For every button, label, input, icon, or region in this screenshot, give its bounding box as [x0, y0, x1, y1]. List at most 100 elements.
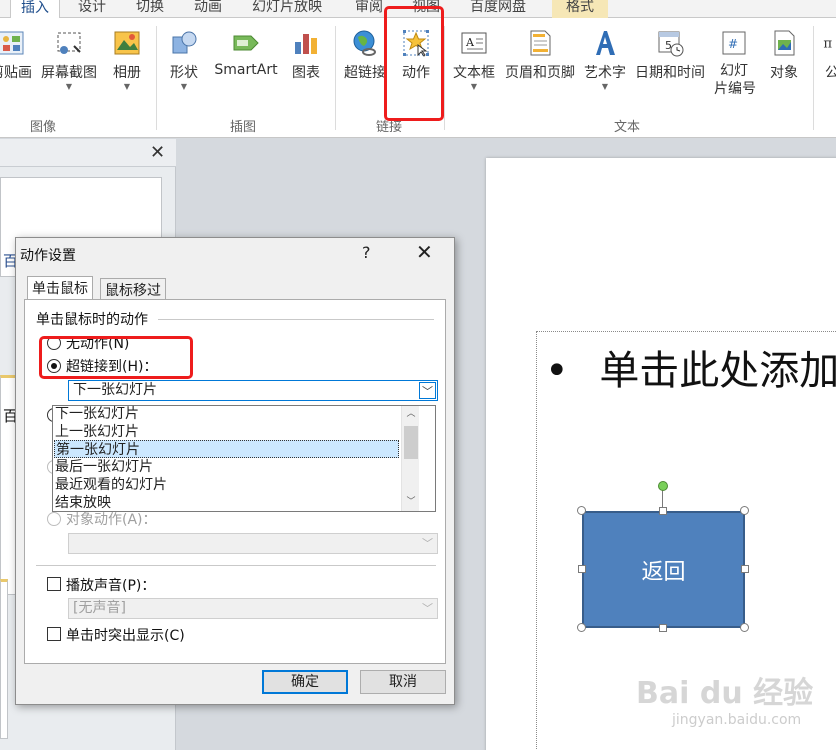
shapes-label: 形状 — [170, 65, 198, 81]
close-icon[interactable]: ✕ — [416, 240, 433, 264]
action-highlight-box — [384, 6, 444, 121]
group-divider — [444, 26, 445, 130]
chart-label: 图表 — [292, 65, 320, 81]
section-divider — [158, 319, 434, 320]
svg-text:#: # — [728, 37, 738, 51]
equation-label: 公 — [825, 65, 836, 81]
sound-value: [无声音] — [73, 600, 126, 616]
tab-design[interactable]: 设计 — [78, 0, 106, 18]
textbox-label: 文本框 — [453, 65, 495, 81]
smartart-icon — [233, 35, 259, 51]
object-label: 对象 — [770, 65, 798, 81]
tab-slideshow[interactable]: 幻灯片放映 — [252, 0, 322, 18]
screenshot-button[interactable]: 屏幕截图 ▼ — [38, 28, 100, 92]
resize-handle-ne[interactable] — [740, 506, 749, 515]
tab-transitions[interactable]: 切换 — [136, 0, 164, 18]
resize-handle-nw[interactable] — [577, 506, 586, 515]
chevron-down-icon: ▼ — [180, 82, 188, 91]
sound-select: [无声音] ﹀ — [68, 598, 438, 619]
date-time-label: 日期和时间 — [635, 65, 705, 81]
smartart-label: SmartArt — [214, 62, 278, 78]
slide-number-button[interactable]: # 幻灯 片编号 — [714, 28, 756, 98]
shapes-button[interactable]: 形状 ▼ — [166, 28, 202, 92]
bullet-glyph: • — [545, 348, 569, 394]
list-item[interactable]: 下一张幻灯片 — [54, 405, 399, 423]
clipart-icon — [0, 31, 24, 55]
hyperlink-target-list[interactable]: 下一张幻灯片 上一张幻灯片 第一张幻灯片 最后一张幻灯片 最近观看的幻灯片 结束… — [52, 405, 436, 512]
photo-album-button[interactable]: 相册 ▼ — [108, 28, 146, 92]
tab-review[interactable]: 审阅 — [355, 0, 383, 18]
rotation-handle[interactable] — [658, 481, 668, 491]
tab-mouse-click[interactable]: 单击鼠标 — [27, 276, 93, 300]
equation-button[interactable]: π 公 — [822, 28, 836, 82]
screenshot-icon — [57, 32, 81, 54]
header-footer-button[interactable]: 页眉和页脚 — [502, 28, 578, 82]
date-time-button[interactable]: 5 日期和时间 — [632, 28, 708, 82]
list-item-selected[interactable]: 第一张幻灯片 — [54, 440, 399, 458]
chevron-down-icon: ﹀ — [422, 537, 433, 550]
ribbon: 剪贴画 屏幕截图 ▼ 相册 ▼ 图像 形状 ▼ — [0, 6, 836, 138]
close-icon[interactable]: ✕ — [150, 142, 165, 163]
chart-icon — [295, 34, 317, 54]
group-text-label: 文本 — [614, 120, 641, 135]
scroll-thumb[interactable] — [404, 426, 418, 459]
ok-button[interactable]: 确定 — [262, 670, 348, 694]
group-divider — [156, 26, 157, 130]
svg-text:A: A — [465, 36, 475, 49]
chart-button[interactable]: 图表 — [288, 28, 324, 82]
wordart-button[interactable]: 艺术字 ▼ — [582, 28, 628, 92]
hyperlink-button[interactable]: 超链接 — [342, 28, 388, 82]
shapes-icon — [172, 31, 197, 54]
radio-object-action — [47, 512, 61, 526]
object-button[interactable]: 对象 — [764, 28, 804, 82]
smartart-button[interactable]: SmartArt — [212, 28, 280, 78]
chevron-down-icon: ﹀ — [419, 382, 436, 399]
resize-handle-se[interactable] — [740, 623, 749, 632]
slide-number-icon: # — [722, 31, 746, 55]
tab-insert[interactable]: 插入 — [10, 0, 60, 19]
list-item[interactable]: 结束放映 — [54, 494, 399, 510]
object-icon — [774, 30, 795, 56]
placeholder-text[interactable]: • 单击此处添加 — [545, 338, 836, 396]
return-shape[interactable]: 返回 — [582, 511, 745, 628]
tab-animations[interactable]: 动画 — [194, 0, 222, 18]
scroll-up-icon[interactable]: ︿ — [402, 406, 420, 423]
resize-handle-sw[interactable] — [577, 623, 586, 632]
resize-handle-s[interactable] — [659, 624, 667, 632]
object-action-select: ﹀ — [68, 533, 438, 554]
divider — [36, 565, 436, 566]
help-icon[interactable]: ? — [362, 243, 371, 262]
wordart-label: 艺术字 — [584, 65, 626, 81]
calendar-clock-icon: 5 — [658, 31, 684, 57]
hyperlink-highlight-box — [39, 336, 193, 379]
list-item[interactable]: 最后一张幻灯片 — [54, 458, 399, 476]
tab-baidu-netdisk[interactable]: 百度网盘 — [470, 0, 526, 18]
list-item[interactable]: 最近观看的幻灯片 — [54, 476, 399, 494]
tab-mouse-over[interactable]: 鼠标移过 — [100, 278, 166, 300]
clipart-label: 剪贴画 — [0, 65, 32, 81]
play-sound-checkbox[interactable] — [47, 577, 61, 591]
list-scrollbar[interactable]: ︿ ﹀ — [401, 406, 419, 511]
group-divider — [813, 26, 814, 130]
resize-handle-e[interactable] — [741, 565, 749, 573]
cancel-button[interactable]: 取消 — [360, 670, 446, 694]
scroll-down-icon[interactable]: ﹀ — [402, 494, 420, 511]
section-label: 单击鼠标时的动作 — [36, 312, 148, 328]
hyperlink-target-select[interactable]: 下一张幻灯片 ﹀ — [68, 380, 438, 401]
textbox-button[interactable]: A 文本框 ▼ — [450, 28, 498, 92]
globe-link-icon — [353, 30, 376, 56]
photo-album-label: 相册 — [113, 65, 141, 81]
slide-number-label-2: 片编号 — [714, 81, 756, 97]
chevron-down-icon: ▼ — [65, 82, 73, 91]
clipart-button[interactable]: 剪贴画 — [0, 28, 36, 82]
group-images-label: 图像 — [30, 120, 57, 135]
slide-thumbnail-3[interactable] — [0, 579, 8, 739]
shape-label: 返回 — [641, 559, 686, 585]
watermark-url: jingyan.baidu.com — [672, 712, 802, 728]
list-item[interactable]: 上一张幻灯片 — [54, 423, 399, 441]
resize-handle-n[interactable] — [659, 507, 667, 515]
tab-format[interactable]: 格式 — [552, 0, 608, 18]
highlight-click-checkbox[interactable] — [47, 627, 61, 641]
equation-icon: π — [823, 37, 832, 52]
resize-handle-w[interactable] — [578, 565, 586, 573]
